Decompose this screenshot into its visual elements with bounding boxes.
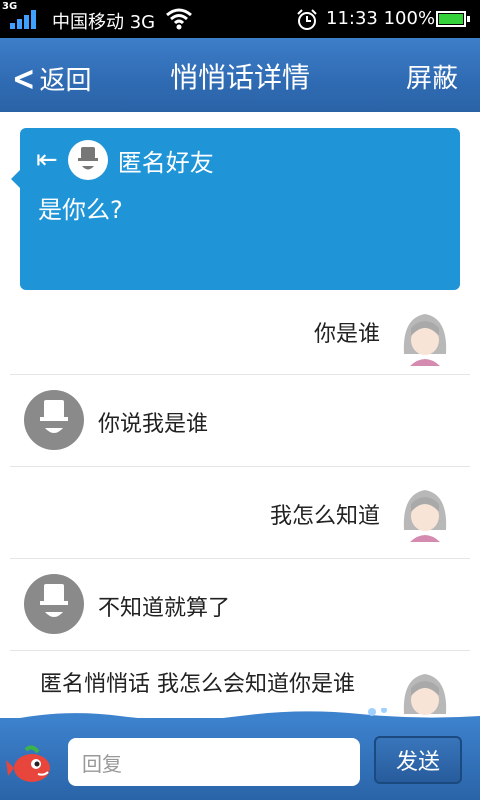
list-item[interactable]: 我怎么知道 [10, 466, 470, 559]
original-message-card[interactable]: ⇤ 匿名好友 是你么? [11, 128, 460, 290]
block-button[interactable]: 屏蔽 [406, 58, 458, 95]
message-text: 我怎么知道 [269, 504, 380, 529]
reply-placeholder: 回复 [82, 751, 122, 776]
list-item[interactable]: 不知道就算了 [10, 558, 470, 651]
carrier-label: 中国移动 3G [52, 12, 156, 33]
clock: 11:33 100% [326, 8, 436, 29]
sender-name: 匿名好友 [117, 148, 214, 177]
battery-percent: 100% [383, 8, 436, 29]
conversation-list[interactable]: ⇤ 匿名好友 是你么? 你是谁 你说我是谁 我怎么知道 不知道就算了 匿名悄悄话… [0, 112, 480, 718]
anonymous-avatar-icon [24, 574, 84, 634]
anonymous-avatar-icon [24, 390, 84, 450]
message-text: 不知道就算了 [98, 596, 231, 621]
compose-bar: 回复 发送 [0, 708, 480, 800]
signal-icon [10, 9, 40, 29]
battery-icon [436, 11, 470, 27]
original-message-text: 是你么? [38, 196, 123, 224]
status-bar: 3G 中国移动 3G 11:33 100% [0, 0, 480, 38]
list-item[interactable]: 你说我是谁 [10, 374, 470, 467]
title-bar: < 返回 悄悄话详情 屏蔽 [0, 38, 480, 112]
wifi-icon [166, 8, 192, 30]
alarm-icon [297, 9, 317, 30]
user-avatar [403, 490, 447, 542]
user-avatar [403, 314, 447, 366]
message-text: 你说我是谁 [98, 412, 209, 437]
mascot-icon[interactable] [6, 740, 54, 788]
message-text: 你是谁 [313, 322, 380, 347]
wave-decoration [0, 708, 480, 722]
send-button[interactable]: 发送 [374, 736, 462, 784]
reply-input[interactable]: 回复 [68, 738, 360, 786]
incoming-arrow-icon: ⇤ [36, 145, 58, 175]
anonymous-avatar-icon [67, 140, 108, 180]
original-message-header: ⇤ 匿名好友 [36, 140, 214, 180]
message-text: 匿名悄悄话 我怎么会知道你是谁 [40, 672, 355, 697]
list-item[interactable]: 你是谁 [10, 298, 470, 375]
